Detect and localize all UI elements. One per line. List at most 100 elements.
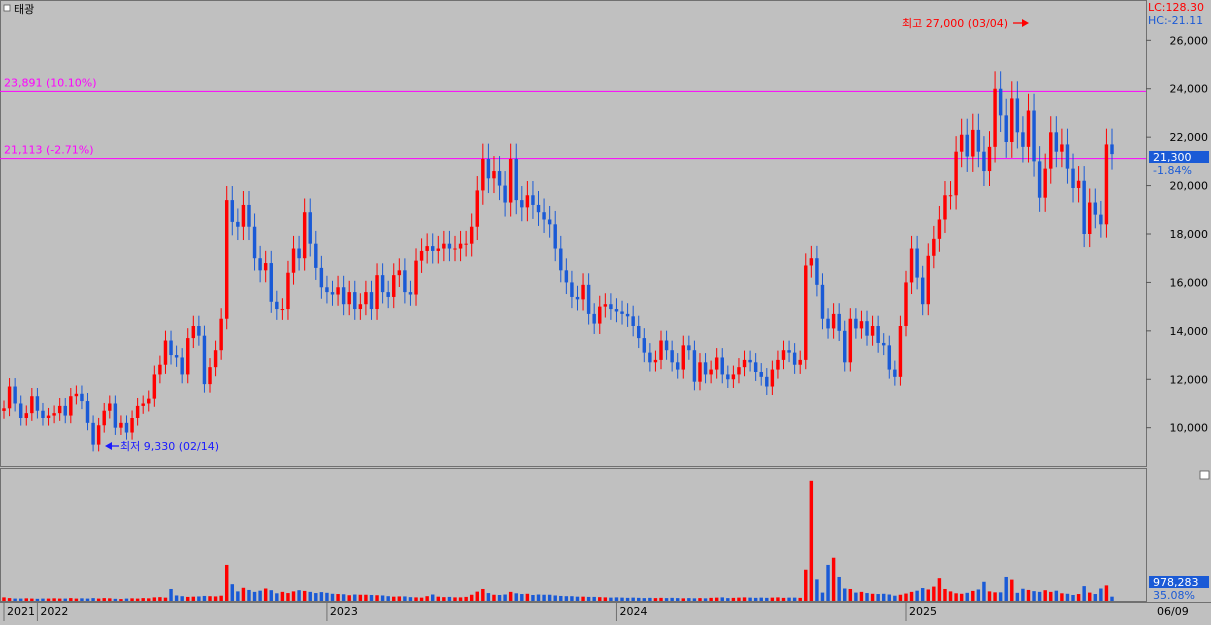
volume-bar: [508, 591, 513, 601]
candle-body: [275, 301, 279, 310]
low-annotation: 최저 9,330 (02/14): [120, 440, 219, 453]
candle-body: [1015, 98, 1020, 133]
volume-bar: [7, 598, 12, 601]
candle-body: [675, 362, 680, 370]
volume-bar: [904, 593, 908, 601]
volume-bar: [108, 598, 112, 601]
candle-body: [325, 287, 329, 293]
volume-bar: [664, 598, 669, 601]
candle-body: [1043, 168, 1047, 198]
volume-bar: [943, 588, 947, 601]
volume-bar: [826, 564, 830, 601]
volume-bar: [24, 598, 28, 601]
volume-bar: [831, 557, 836, 601]
candle-body: [698, 362, 702, 382]
volume-bar: [91, 598, 95, 601]
candle-body: [1021, 132, 1025, 147]
lc-value: LC:128.30: [1148, 1, 1204, 14]
panel-collapse-button[interactable]: [1199, 470, 1210, 480]
candle-body: [692, 350, 697, 382]
candle-body: [353, 292, 357, 310]
volume-bar: [653, 598, 658, 601]
volume-bar: [442, 597, 446, 601]
candle-body: [124, 422, 129, 433]
volume-bar: [614, 597, 619, 601]
volume-bar: [208, 596, 212, 601]
volume-bar: [41, 598, 45, 601]
volume-bar: [1071, 594, 1075, 601]
candle-body: [481, 158, 485, 191]
candle-body: [1104, 144, 1109, 225]
candle-body: [564, 270, 569, 283]
candle-body: [614, 309, 619, 312]
candle-body: [180, 357, 184, 375]
price-tick-label: 12,000: [1170, 373, 1209, 386]
candle-body: [659, 340, 663, 360]
candle-body: [776, 359, 780, 370]
volume-bar: [353, 594, 357, 601]
volume-bar: [202, 595, 207, 601]
current-price: 21,300: [1153, 151, 1192, 164]
candle-body: [219, 318, 223, 351]
candle-body: [230, 200, 235, 222]
volume-bar: [158, 597, 162, 601]
candle-body: [826, 318, 830, 329]
volume-bar: [481, 588, 485, 601]
candle-body: [570, 282, 574, 297]
volume-bar: [174, 595, 179, 601]
volume-bar: [525, 593, 530, 601]
candle-body: [865, 321, 869, 336]
candle-body: [35, 396, 40, 411]
volume-bar: [1082, 586, 1086, 601]
volume-bar: [898, 594, 903, 601]
candle-body: [141, 403, 145, 406]
candle-body: [520, 200, 524, 208]
candle-body: [1054, 132, 1059, 152]
volume-bar: [369, 594, 374, 601]
candle-body: [1004, 115, 1008, 142]
candle-body: [263, 263, 268, 271]
volume-bar: [631, 597, 635, 601]
candle-body: [792, 352, 797, 365]
candle-body: [163, 340, 168, 365]
volume-bar: [325, 592, 329, 601]
candle-body: [542, 212, 546, 220]
volume-bar: [219, 595, 223, 601]
volume-bar: [909, 591, 914, 601]
title-checkbox-icon[interactable]: [3, 4, 11, 12]
candle-body: [993, 88, 997, 147]
volume-bar: [291, 591, 296, 601]
volume-bar: [69, 598, 73, 601]
volume-bar: [191, 596, 196, 601]
candle-body: [236, 221, 240, 227]
candle-body: [648, 352, 652, 363]
candle-body: [1037, 161, 1042, 198]
current-date: 06/09: [1157, 605, 1189, 618]
volume-bar: [180, 596, 184, 601]
volume-bar: [57, 598, 62, 601]
candle-body: [492, 171, 496, 179]
candle-body: [1082, 180, 1086, 234]
candle-body: [302, 212, 307, 259]
volume-bar: [74, 598, 79, 601]
candle-body: [881, 342, 886, 346]
volume-bar: [314, 593, 318, 601]
candle-body: [898, 326, 903, 377]
candle-body: [408, 292, 413, 295]
year-label: 2023: [330, 605, 358, 618]
candle-body: [943, 195, 947, 220]
volume-bar: [570, 596, 574, 601]
volume-bar: [698, 598, 702, 601]
volume-bar: [163, 597, 168, 601]
chart-canvas[interactable]: 10,000 12,000 14,000 16,000 18,000 20,000 22,0…: [0, 0, 1211, 621]
volume-bar: [469, 594, 474, 601]
volume-bar: [186, 596, 190, 601]
candle-body: [1071, 168, 1075, 188]
volume-bar: [915, 590, 919, 601]
candle-body: [575, 296, 580, 300]
candle-body: [531, 195, 535, 205]
candle-body: [781, 350, 786, 360]
volume-bar: [247, 589, 251, 601]
volume-bar: [787, 597, 791, 601]
candle-body: [687, 345, 691, 351]
